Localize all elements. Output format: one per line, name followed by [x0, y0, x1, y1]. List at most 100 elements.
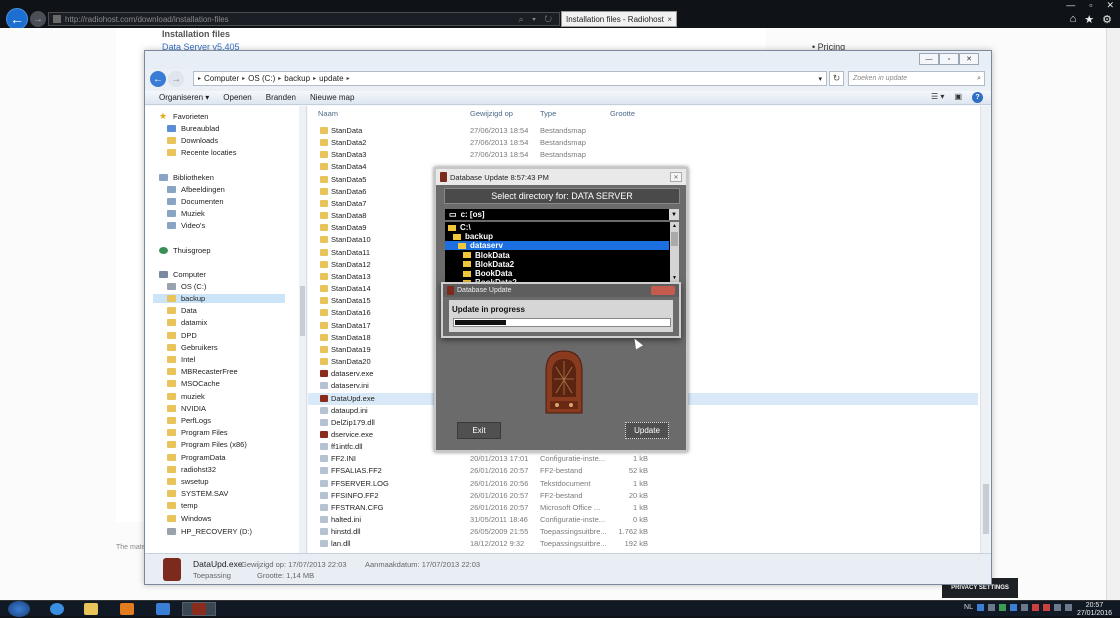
- column-type[interactable]: Type: [540, 109, 556, 118]
- nav-folder-system-sav[interactable]: SYSTEM.SAV: [167, 489, 228, 498]
- nav-folder-gebruikers[interactable]: Gebruikers: [167, 343, 218, 352]
- open-button[interactable]: Openen: [223, 93, 251, 102]
- breadcrumb-os-drive[interactable]: OS (C:): [248, 74, 275, 83]
- taskbar-radio-app[interactable]: [182, 602, 216, 616]
- browser-forward-button[interactable]: →: [30, 11, 46, 27]
- tray-app-icon[interactable]: [977, 604, 984, 611]
- nav-folder-temp[interactable]: temp: [167, 501, 198, 510]
- address-dropdown-icon[interactable]: ▾: [818, 75, 826, 83]
- drive-select[interactable]: ▭ c: [os] ▼: [445, 209, 679, 220]
- breadcrumb-computer[interactable]: Computer: [204, 74, 239, 83]
- nav-folder-backup[interactable]: backup: [153, 294, 285, 303]
- nav-libraries[interactable]: Bibliotheken: [159, 173, 214, 182]
- start-button[interactable]: [8, 601, 30, 617]
- update-button[interactable]: Update: [625, 422, 669, 439]
- nav-recovery-drive[interactable]: HP_RECOVERY (D:): [167, 527, 252, 536]
- nav-folder-nvidia[interactable]: NVIDIA: [167, 404, 206, 413]
- favorites-star-icon[interactable]: ★: [1084, 13, 1094, 26]
- tab-close-icon[interactable]: ×: [667, 15, 676, 24]
- nav-folder-swsetup[interactable]: swsetup: [167, 477, 209, 486]
- explorer-address-bar[interactable]: ▸ Computer ▸ OS (C:) ▸ backup ▸ update ▸…: [193, 71, 827, 86]
- nav-favorites[interactable]: ★ Favorieten: [159, 112, 208, 122]
- nav-item-recent[interactable]: Recente locaties: [167, 148, 236, 157]
- file-row[interactable]: FF2.INI 20/01/2013 17:01 Configuratie-inst…: [308, 453, 978, 465]
- browser-back-button[interactable]: ←: [6, 8, 28, 30]
- directory-item[interactable]: backup: [445, 232, 669, 241]
- nav-homegroup[interactable]: Thuisgroep: [159, 246, 211, 255]
- nav-folder-program-files-x86-[interactable]: Program Files (x86): [167, 440, 247, 449]
- volume-icon[interactable]: [1065, 604, 1072, 611]
- nav-item-desktop[interactable]: Bureaublad: [167, 124, 219, 133]
- explorer-back-button[interactable]: ←: [150, 71, 166, 87]
- tray-app-icon[interactable]: [999, 604, 1006, 611]
- nav-item-downloads[interactable]: Downloads: [167, 136, 218, 145]
- explorer-forward-button[interactable]: →: [168, 71, 184, 87]
- file-row[interactable]: hinstd.dll 26/05/2009 21:55 Toepassingsuit…: [308, 526, 978, 538]
- taskbar-explorer[interactable]: [74, 602, 108, 616]
- nav-folder-radiohst32[interactable]: radiohst32: [167, 465, 216, 474]
- explorer-minimize-icon[interactable]: —: [919, 53, 939, 65]
- new-folder-button[interactable]: Nieuwe map: [310, 93, 354, 102]
- language-indicator[interactable]: NL: [964, 604, 973, 611]
- nav-folder-msocache[interactable]: MSOCache: [167, 379, 220, 388]
- explorer-close-icon[interactable]: ✕: [959, 53, 979, 65]
- exit-button[interactable]: Exit: [457, 422, 501, 439]
- view-options-icon[interactable]: ☰ ▾: [931, 92, 944, 103]
- burn-button[interactable]: Branden: [266, 93, 296, 102]
- directory-item[interactable]: C:\: [445, 223, 669, 232]
- nav-item-pictures[interactable]: Afbeeldingen: [167, 185, 225, 194]
- file-row[interactable]: halted.ini 31/05/2011 18:46 Configuratie-i…: [308, 514, 978, 526]
- directory-list[interactable]: C:\ backup dataserv BlokData BlokData2 BookDa…: [445, 222, 679, 282]
- directory-item[interactable]: dataserv: [445, 241, 669, 251]
- dialog-close-icon[interactable]: ✕: [670, 172, 682, 182]
- file-row[interactable]: StanData3 27/06/2013 18:54 Bestandsmap: [308, 149, 978, 161]
- nav-scrollbar[interactable]: [299, 106, 306, 553]
- address-bar-actions[interactable]: ⌕ ▾ ↻: [519, 14, 559, 25]
- network-icon[interactable]: [1054, 604, 1061, 611]
- nav-item-documents[interactable]: Documenten: [167, 197, 224, 206]
- taskbar-ie[interactable]: [40, 602, 74, 616]
- nav-folder-windows[interactable]: Windows: [167, 514, 211, 523]
- file-scrollbar[interactable]: [980, 106, 990, 553]
- nav-os-drive[interactable]: OS (C:): [167, 282, 206, 291]
- file-row[interactable]: StanData2 27/06/2013 18:54 Bestandsmap: [308, 137, 978, 149]
- nav-folder-dpd[interactable]: DPD: [167, 331, 197, 340]
- nav-folder-mbrecasterfree[interactable]: MBRecasterFree: [167, 367, 238, 376]
- file-row[interactable]: FFSTRAN.CFG 26/01/2016 20:57 Microsoft Off…: [308, 502, 978, 514]
- tray-app-icon[interactable]: [1010, 604, 1017, 611]
- column-size[interactable]: Grootte: [610, 109, 635, 118]
- tray-app-icon[interactable]: [1032, 604, 1039, 611]
- explorer-search-input[interactable]: Zoeken in update ⌕: [848, 71, 985, 86]
- directory-scroll-thumb[interactable]: [671, 232, 678, 246]
- nav-folder-intel[interactable]: Intel: [167, 355, 195, 364]
- tray-app-icon[interactable]: [1021, 604, 1028, 611]
- nav-item-videos[interactable]: Video's: [167, 221, 205, 230]
- file-row[interactable]: StanData 27/06/2013 18:54 Bestandsmap: [308, 125, 978, 137]
- browser-tab[interactable]: Installation files - Radiohost ×: [561, 11, 677, 27]
- file-scroll-thumb[interactable]: [983, 484, 989, 534]
- file-row[interactable]: FFSINFO.FF2 26/01/2016 20:57 FF2-bestand 20…: [308, 490, 978, 502]
- explorer-maximize-icon[interactable]: ▫: [939, 53, 959, 65]
- breadcrumb-backup[interactable]: backup: [284, 74, 310, 83]
- tray-app-icon[interactable]: [988, 604, 995, 611]
- preview-pane-icon[interactable]: ▣: [954, 92, 962, 103]
- home-icon[interactable]: ⌂: [1070, 13, 1077, 26]
- nav-folder-programdata[interactable]: ProgramData: [167, 453, 226, 462]
- nav-folder-perflogs[interactable]: PerfLogs: [167, 416, 211, 425]
- scroll-up-icon[interactable]: ▲: [670, 222, 679, 230]
- directory-item[interactable]: BookData: [445, 269, 669, 278]
- nav-folder-datamix[interactable]: datamix: [167, 318, 207, 327]
- close-icon[interactable]: ✕: [1106, 0, 1114, 11]
- chevron-down-icon[interactable]: ▼: [669, 209, 679, 220]
- nav-folder-muziek[interactable]: muziek: [167, 392, 205, 401]
- address-bar[interactable]: http://radiohost.com/download/installati…: [48, 12, 560, 26]
- directory-scrollbar[interactable]: ▲ ▼: [670, 222, 679, 282]
- help-icon[interactable]: ?: [972, 92, 983, 103]
- nav-scroll-thumb[interactable]: [300, 286, 305, 336]
- file-row[interactable]: FFSALIAS.FF2 26/01/2016 20:57 FF2-bestand 5…: [308, 465, 978, 477]
- taskbar-task[interactable]: [146, 602, 180, 616]
- minimize-icon[interactable]: —: [1066, 0, 1075, 11]
- directory-item[interactable]: BlokData: [445, 251, 669, 260]
- refresh-button[interactable]: ↻: [829, 71, 844, 86]
- nav-folder-data[interactable]: Data: [167, 306, 197, 315]
